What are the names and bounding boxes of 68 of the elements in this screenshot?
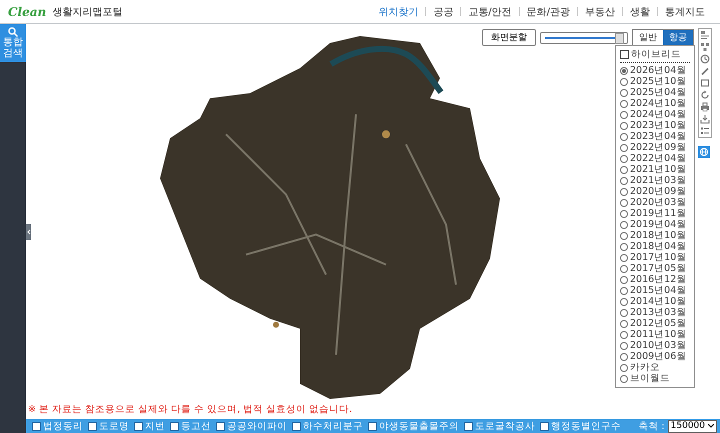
toolbar-button[interactable] [699, 29, 711, 41]
search-icon [8, 27, 18, 37]
site-title: 생활지리맵포털 [52, 6, 122, 18]
hybrid-checkbox[interactable]: 하이브리드 [620, 49, 690, 63]
imagery-radio[interactable]: 2018년10월 [620, 230, 690, 241]
nav-menu-item[interactable]: 교통/안전 [461, 4, 519, 18]
imagery-radio[interactable]: 2025년10월 [620, 76, 690, 87]
scale-label: 축척 : [638, 420, 665, 432]
imagery-radio[interactable]: 2014년10월 [620, 296, 690, 307]
grid-icon [700, 42, 710, 52]
imagery-radio[interactable]: 카카오 [620, 362, 690, 373]
legend-icon [700, 30, 710, 40]
imagery-radio[interactable]: 2016년12월 [620, 274, 690, 285]
toolbar-button[interactable] [699, 101, 711, 113]
nav-menu-item[interactable]: 위치찾기 [371, 4, 426, 18]
toolbar-button[interactable] [699, 125, 711, 137]
imagery-radio[interactable]: 2015년04월 [620, 285, 690, 296]
imagery-radio[interactable]: 2021년03월 [620, 175, 690, 186]
imagery-radio[interactable]: 2019년11월 [620, 208, 690, 219]
dropdown-caret-icon [708, 424, 714, 428]
map-type-tab[interactable]: 항공 [663, 30, 693, 45]
imagery-radio[interactable]: 2022년04월 [620, 153, 690, 164]
imagery-radio[interactable]: 2023년10월 [620, 120, 690, 131]
imagery-radio[interactable]: 2011년10월 [620, 329, 690, 340]
refresh-icon [700, 90, 710, 100]
logo: Clean [8, 4, 46, 18]
imagery-radio[interactable]: 2021년10월 [620, 164, 690, 175]
imagery-radio[interactable]: 2012년05월 [620, 318, 690, 329]
rectangle-icon [700, 78, 710, 88]
scale-select[interactable]: 150000 [668, 420, 717, 432]
imagery-radio[interactable]: 2025년04월 [620, 87, 690, 98]
download-icon [700, 114, 710, 124]
imagery-radio[interactable]: 2010년03월 [620, 340, 690, 351]
opacity-slider[interactable] [540, 32, 628, 44]
nav-menu-item[interactable]: 문화/관광 [520, 4, 577, 18]
imagery-radio[interactable]: 2024년04월 [620, 109, 690, 120]
imagery-radio[interactable]: 2023년04월 [620, 131, 690, 142]
imagery-radio[interactable]: 2017년10월 [620, 252, 690, 263]
imagery-radio[interactable]: 2009년06월 [620, 351, 690, 362]
toolbar-button[interactable] [699, 65, 711, 77]
imagery-radio[interactable]: 2020년09월 [620, 186, 690, 197]
imagery-radio[interactable]: 2013년03월 [620, 307, 690, 318]
pen-icon [700, 66, 710, 76]
nav-menu-item[interactable]: 공공 [426, 4, 460, 18]
toolbar-button[interactable] [699, 89, 711, 101]
globe-icon [699, 147, 709, 157]
imagery-radio[interactable]: 2026년04월 [620, 65, 690, 76]
slider-thumb[interactable] [615, 32, 624, 44]
toolbar-button[interactable] [699, 113, 711, 125]
imagery-radio[interactable]: 2024년10월 [620, 98, 690, 109]
print-icon [700, 102, 710, 112]
nav-menu-item[interactable]: 부동산 [578, 4, 622, 18]
imagery-radio[interactable]: 2018년04월 [620, 241, 690, 252]
toolbar-button[interactable] [699, 77, 711, 89]
list-icon [700, 126, 710, 136]
imagery-radio[interactable]: 2017년05월 [620, 263, 690, 274]
imagery-radio[interactable]: 브이월드 [620, 373, 690, 384]
imagery-radio[interactable]: 2020년03월 [620, 197, 690, 208]
nav-menu-item[interactable]: 생활 [623, 4, 657, 18]
imagery-radio[interactable]: 2019년04월 [620, 219, 690, 230]
clock-icon [700, 54, 710, 64]
toolbar-button[interactable] [699, 53, 711, 65]
imagery-radio[interactable]: 2022년09월 [620, 142, 690, 153]
disclaimer-text: ※ 본 자료는 참조용으로 실제와 다를 수 있으며, 법적 실효성이 없습니다. [28, 403, 352, 416]
nav-menu-item[interactable]: 통계지도 [658, 4, 712, 18]
collapse-handle[interactable] [26, 224, 31, 240]
toolbar-button[interactable] [699, 41, 711, 53]
split-screen-button[interactable]: 화면분할 [482, 29, 536, 46]
